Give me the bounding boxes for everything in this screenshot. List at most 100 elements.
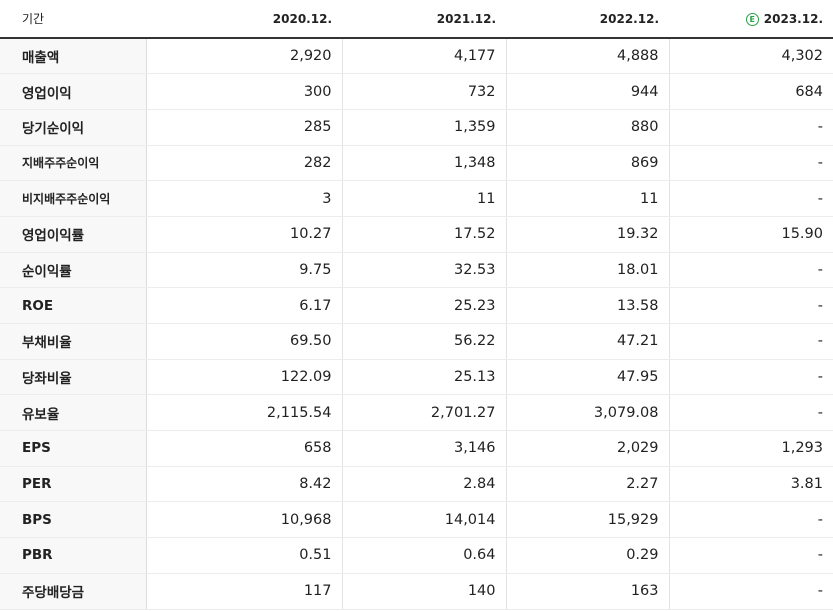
table-cell: 300 [145, 73, 342, 110]
table-cell: - [668, 572, 833, 610]
table-cell: 1,348 [341, 145, 506, 182]
row-label: 부채비율 [0, 323, 147, 360]
table-row: ROE 6.17 25.23 13.58 - [0, 287, 833, 324]
table-cell: 0.64 [341, 537, 506, 574]
table-cell: 10.27 [145, 215, 342, 253]
table-row: PBR 0.51 0.64 0.29 - [0, 537, 833, 574]
table-cell: 869 [505, 145, 669, 182]
table-cell: 3,146 [341, 430, 506, 467]
table-cell: 163 [505, 572, 669, 610]
row-label: 지배주주순이익 [0, 145, 147, 182]
table-cell: 15,929 [505, 501, 669, 539]
table-row: PER 8.42 2.84 2.27 3.81 [0, 466, 833, 503]
table-row: 영업이익률 10.27 17.52 19.32 15.90 [0, 215, 833, 253]
table-cell: 11 [341, 180, 506, 217]
table-cell: 18.01 [505, 252, 669, 289]
table-row: 영업이익 300 732 944 684 [0, 73, 833, 110]
table-row: BPS 10,968 14,014 15,929 - [0, 501, 833, 539]
table-cell: 285 [145, 109, 342, 146]
row-label: BPS [0, 501, 147, 539]
table-cell: 658 [145, 430, 342, 467]
column-header-2023-label: 2023.12. [763, 11, 823, 26]
table-cell: - [668, 394, 833, 432]
row-label: 주당배당금 [0, 572, 147, 610]
table-cell: 4,177 [341, 38, 506, 75]
table-cell: 282 [145, 145, 342, 182]
table-row: 당기순이익 285 1,359 880 - [0, 109, 833, 146]
row-label: 당기순이익 [0, 109, 147, 146]
table-cell: 32.53 [341, 252, 506, 289]
table-cell: 10,968 [145, 501, 342, 539]
table-cell: 11 [505, 180, 669, 217]
column-header-2021: 2021.12. [342, 0, 506, 39]
table-cell: - [668, 252, 833, 289]
table-cell: 732 [341, 73, 506, 110]
row-label: 유보율 [0, 394, 147, 432]
table-cell: 122.09 [145, 359, 342, 396]
table-cell: - [668, 145, 833, 182]
table-cell: 944 [505, 73, 669, 110]
table-cell: 2.27 [505, 466, 669, 503]
row-label: 당좌비율 [0, 359, 147, 396]
row-label: 순이익률 [0, 252, 147, 289]
table-cell: 1,359 [341, 109, 506, 146]
table-cell: 140 [341, 572, 506, 610]
period-header: 기간 [0, 0, 146, 39]
table-cell: 117 [145, 572, 342, 610]
column-header-2023-estimate: E 2023.12. [669, 0, 833, 39]
row-label: ROE [0, 287, 147, 324]
table-cell: 47.21 [505, 323, 669, 360]
table-cell: 2,701.27 [341, 394, 506, 432]
table-cell: 880 [505, 109, 669, 146]
table-cell: 2,920 [145, 38, 342, 75]
table-cell: 3 [145, 180, 342, 217]
table-row: 매출액 2,920 4,177 4,888 4,302 [0, 38, 833, 75]
table-cell: 0.29 [505, 537, 669, 574]
table-cell: - [668, 359, 833, 396]
table-cell: 2,115.54 [145, 394, 342, 432]
table-row: EPS 658 3,146 2,029 1,293 [0, 430, 833, 467]
table-row: 지배주주순이익 282 1,348 869 - [0, 145, 833, 182]
row-label: 영업이익 [0, 73, 147, 110]
table-cell: - [668, 323, 833, 360]
column-header-2022: 2022.12. [506, 0, 669, 39]
table-cell: 25.23 [341, 287, 506, 324]
table-row: 당좌비율 122.09 25.13 47.95 - [0, 359, 833, 396]
financial-summary-table: 기간 2020.12. 2021.12. 2022.12. E 2023.12. … [0, 0, 833, 610]
table-cell: 2.84 [341, 466, 506, 503]
table-row: 주당배당금 117 140 163 - [0, 572, 833, 610]
table-cell: - [668, 501, 833, 539]
table-cell: 1,293 [668, 430, 833, 467]
table-cell: - [668, 109, 833, 146]
row-label: 비지배주주순이익 [0, 180, 147, 217]
table-cell: 19.32 [505, 215, 669, 253]
table-cell: 3,079.08 [505, 394, 669, 432]
estimate-icon: E [745, 12, 759, 26]
table-row: 부채비율 69.50 56.22 47.21 - [0, 323, 833, 360]
column-header-2020: 2020.12. [146, 0, 342, 39]
table-cell: 47.95 [505, 359, 669, 396]
table-cell: 17.52 [341, 215, 506, 253]
table-cell: 3.81 [668, 466, 833, 503]
row-label: EPS [0, 430, 147, 467]
table-cell: 684 [668, 73, 833, 110]
table-cell: 25.13 [341, 359, 506, 396]
table-cell: 69.50 [145, 323, 342, 360]
table-cell: - [668, 287, 833, 324]
table-row: 순이익률 9.75 32.53 18.01 - [0, 252, 833, 289]
table-cell: 56.22 [341, 323, 506, 360]
table-cell: 9.75 [145, 252, 342, 289]
table-cell: 0.51 [145, 537, 342, 574]
table-cell: - [668, 180, 833, 217]
row-label: PER [0, 466, 147, 503]
row-label: 영업이익률 [0, 215, 147, 253]
table-row: 비지배주주순이익 3 11 11 - [0, 180, 833, 217]
table-cell: 4,302 [668, 38, 833, 75]
row-label: 매출액 [0, 38, 147, 75]
table-cell: 2,029 [505, 430, 669, 467]
table-cell: 13.58 [505, 287, 669, 324]
table-cell: 8.42 [145, 466, 342, 503]
table-row: 유보율 2,115.54 2,701.27 3,079.08 - [0, 394, 833, 432]
table-cell: - [668, 537, 833, 574]
table-cell: 14,014 [341, 501, 506, 539]
